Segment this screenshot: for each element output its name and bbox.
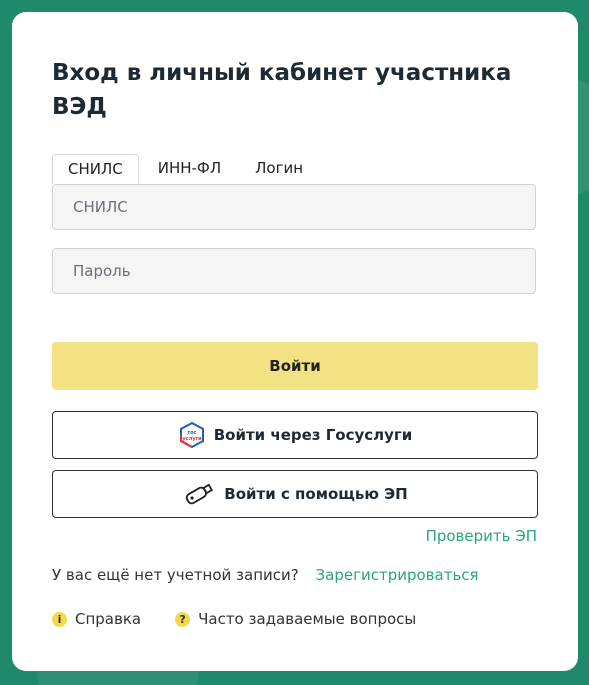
check-ep-link[interactable]: Проверить ЭП bbox=[426, 527, 537, 545]
gosuslugi-logo-icon: гос услуги bbox=[178, 421, 206, 449]
tab-inn-fl[interactable]: ИНН-ФЛ bbox=[143, 154, 236, 184]
help-label: Справка bbox=[75, 610, 142, 628]
ep-button-label: Войти с помощью ЭП bbox=[224, 485, 408, 503]
faq-link[interactable]: ? Часто задаваемые вопросы bbox=[175, 610, 416, 628]
gosuslugi-button-label: Войти через Госуслуги bbox=[213, 426, 413, 444]
register-link[interactable]: Зарегистрироваться bbox=[316, 566, 479, 584]
page-title: Вход в личный кабинет участника ВЭД bbox=[52, 60, 512, 120]
snils-input[interactable] bbox=[52, 184, 536, 230]
login-card: Вход в личный кабинет участника ВЭД СНИЛ… bbox=[12, 12, 578, 671]
tab-login[interactable]: Логин bbox=[240, 154, 318, 184]
password-input[interactable] bbox=[52, 248, 536, 294]
info-icon: i bbox=[52, 611, 67, 627]
help-link[interactable]: i Справка bbox=[52, 610, 141, 628]
login-method-tabs: СНИЛС ИНН-ФЛ Логин bbox=[52, 154, 322, 184]
login-button[interactable]: Войти bbox=[52, 342, 538, 390]
gosuslugi-login-button[interactable]: гос услуги Войти через Госуслуги bbox=[52, 411, 538, 459]
faq-label: Часто задаваемые вопросы bbox=[198, 610, 417, 628]
tab-snils[interactable]: СНИЛС bbox=[52, 154, 139, 184]
footer-links: i Справка ? Часто задаваемые вопросы bbox=[52, 610, 450, 628]
register-prompt-text: У вас ещё нет учетной записи? bbox=[52, 566, 299, 584]
question-icon: ? bbox=[175, 611, 191, 627]
usb-token-icon bbox=[182, 481, 216, 507]
svg-text:услуги: услуги bbox=[182, 436, 202, 442]
ep-login-button[interactable]: Войти с помощью ЭП bbox=[52, 470, 538, 518]
register-prompt-line: У вас ещё нет учетной записи? Зарегистри… bbox=[52, 566, 479, 584]
